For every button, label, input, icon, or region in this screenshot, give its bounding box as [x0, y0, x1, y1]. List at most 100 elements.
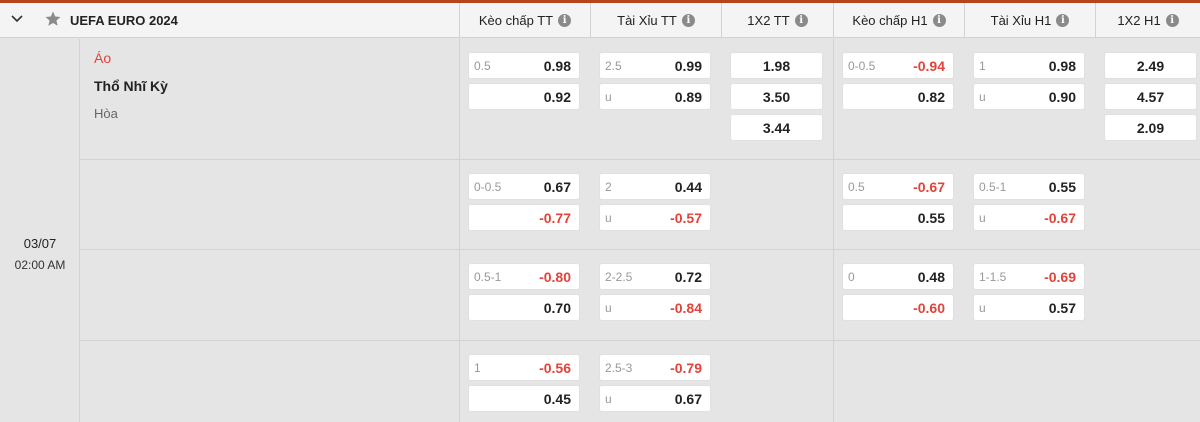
league-title[interactable]: UEFA EURO 2024	[70, 13, 178, 28]
odds-cell-handicap-h1-away[interactable]: 0.55	[842, 204, 954, 231]
column-header-label: Tài Xỉu H1	[990, 13, 1052, 28]
odds-cell-over-ft[interactable]: 2.5 0.99	[599, 52, 711, 79]
odds-value: 0.98	[1048, 58, 1076, 74]
star-icon[interactable]	[44, 10, 62, 28]
odds-value: 0.99	[674, 58, 702, 74]
odds-cell-1x2-h1-away[interactable]: 4.57	[1104, 83, 1197, 110]
odds-value: 0.55	[1048, 179, 1076, 195]
odds-value: -0.77	[539, 210, 571, 226]
info-icon[interactable]: i	[681, 14, 695, 27]
row-divider	[80, 159, 1200, 160]
column-header-handicap-ft: Kèo chấp TT i	[459, 3, 590, 38]
odds-cell-handicap-h1-home[interactable]: 0 0.48	[842, 263, 954, 290]
odds-value: 2.09	[1136, 120, 1165, 136]
odds-value: 0.48	[917, 269, 945, 285]
odds-value: 0.82	[917, 89, 945, 105]
odds-cell-handicap-ft-away[interactable]: -0.77	[468, 204, 580, 231]
odds-value: 3.50	[762, 89, 791, 105]
odds-value: 0.70	[543, 300, 571, 316]
info-icon[interactable]: i	[558, 14, 572, 27]
odds-cell-over-h1[interactable]: 1 0.98	[973, 52, 1085, 79]
odds-cell-over-ft[interactable]: 2-2.5 0.72	[599, 263, 711, 290]
odds-value: 0.72	[674, 269, 702, 285]
odds-value: 0.67	[674, 391, 702, 407]
odds-value: -0.57	[670, 210, 702, 226]
odds-cell-1x2-h1-home[interactable]: 2.49	[1104, 52, 1197, 79]
match-date: 03/07	[23, 236, 57, 251]
odds-cell-handicap-ft-home[interactable]: 1 -0.56	[468, 354, 580, 381]
info-icon[interactable]: i	[794, 14, 808, 27]
odds-cell-1x2-ft-draw[interactable]: 3.44	[730, 114, 823, 141]
odds-cell-handicap-h1-away[interactable]: -0.60	[842, 294, 954, 321]
info-icon[interactable]: i	[932, 14, 946, 27]
column-header-handicap-h1: Kèo chấp H1 i	[833, 3, 964, 38]
odds-cell-handicap-h1-home[interactable]: 0-0.5 -0.94	[842, 52, 954, 79]
odds-value: -0.69	[1044, 269, 1076, 285]
odds-cell-handicap-h1-home[interactable]: 0.5 -0.67	[842, 173, 954, 200]
handicap-line: 1	[474, 361, 481, 375]
column-header-1x2-ft: 1X2 TT i	[721, 3, 833, 38]
odds-cell-1x2-ft-away[interactable]: 3.50	[730, 83, 823, 110]
odds-value: 0.57	[1048, 300, 1076, 316]
under-label: u	[605, 301, 612, 315]
odds-cell-over-h1[interactable]: 0.5-1 0.55	[973, 173, 1085, 200]
odds-cell-handicap-h1-away[interactable]: 0.82	[842, 83, 954, 110]
odds-cell-handicap-ft-away[interactable]: 0.45	[468, 385, 580, 412]
total-line: 2	[605, 180, 612, 194]
odds-cell-handicap-ft-home[interactable]: 0.5 0.98	[468, 52, 580, 79]
handicap-line: 0.5	[474, 59, 491, 73]
odds-value: 4.57	[1136, 89, 1165, 105]
odds-cell-1x2-ft-home[interactable]: 1.98	[730, 52, 823, 79]
odds-cell-1x2-h1-draw[interactable]: 2.09	[1104, 114, 1197, 141]
odds-cell-over-ft[interactable]: 2.5-3 -0.79	[599, 354, 711, 381]
league-header: UEFA EURO 2024 Kèo chấp TT i Tài Xỉu TT i …	[0, 3, 1200, 38]
column-divider	[459, 39, 460, 422]
column-header-label: 1X2 H1	[1117, 13, 1161, 28]
date-column: 03/07 02:00 AM	[0, 39, 80, 422]
odds-cell-over-h1[interactable]: 1-1.5 -0.69	[973, 263, 1085, 290]
odds-cell-under-ft[interactable]: u 0.89	[599, 83, 711, 110]
under-label: u	[979, 211, 986, 225]
odds-cell-handicap-ft-away[interactable]: 0.92	[468, 83, 580, 110]
column-divider	[833, 39, 834, 422]
odds-cell-handicap-ft-home[interactable]: 0-0.5 0.67	[468, 173, 580, 200]
odds-cell-under-ft[interactable]: u -0.84	[599, 294, 711, 321]
handicap-line: 0-0.5	[848, 59, 876, 73]
under-label: u	[979, 301, 986, 315]
odds-cell-under-h1[interactable]: u 0.57	[973, 294, 1085, 321]
info-icon[interactable]: i	[1165, 14, 1179, 27]
column-header-overunder-ft: Tài Xỉu TT i	[590, 3, 721, 38]
odds-value: -0.94	[913, 58, 945, 74]
odds-cell-under-h1[interactable]: u 0.90	[973, 83, 1085, 110]
odds-cell-under-h1[interactable]: u -0.67	[973, 204, 1085, 231]
odds-value: -0.56	[539, 360, 571, 376]
match-teams: Áo Thổ Nhĩ Kỳ Hòa	[94, 50, 168, 121]
home-team[interactable]: Áo	[94, 50, 168, 74]
odds-cell-handicap-ft-away[interactable]: 0.70	[468, 294, 580, 321]
odds-cell-over-ft[interactable]: 2 0.44	[599, 173, 711, 200]
column-header-label: Kèo chấp H1	[852, 13, 928, 28]
odds-value: 0.55	[917, 210, 945, 226]
odds-value: 0.44	[674, 179, 702, 195]
odds-value: -0.79	[670, 360, 702, 376]
away-team[interactable]: Thổ Nhĩ Kỳ	[94, 78, 168, 106]
chevron-down-icon[interactable]	[10, 12, 24, 26]
odds-value: 3.44	[762, 120, 791, 136]
odds-value: 0.67	[543, 179, 571, 195]
handicap-line: 0.5-1	[474, 270, 502, 284]
row-divider	[80, 249, 1200, 250]
info-icon[interactable]: i	[1056, 14, 1070, 27]
odds-value: -0.67	[913, 179, 945, 195]
odds-cell-under-ft[interactable]: u 0.67	[599, 385, 711, 412]
odds-cell-under-ft[interactable]: u -0.57	[599, 204, 711, 231]
total-line: 0.5-1	[979, 180, 1007, 194]
total-line: 1	[979, 59, 986, 73]
column-header-label: Tài Xỉu TT	[617, 13, 677, 28]
under-label: u	[979, 90, 986, 104]
under-label: u	[605, 90, 612, 104]
column-header-label: Kèo chấp TT	[478, 13, 554, 28]
odds-cell-handicap-ft-home[interactable]: 0.5-1 -0.80	[468, 263, 580, 290]
handicap-line: 0.5	[848, 180, 865, 194]
odds-value: 0.98	[543, 58, 571, 74]
column-header-label: 1X2 TT	[747, 13, 790, 28]
